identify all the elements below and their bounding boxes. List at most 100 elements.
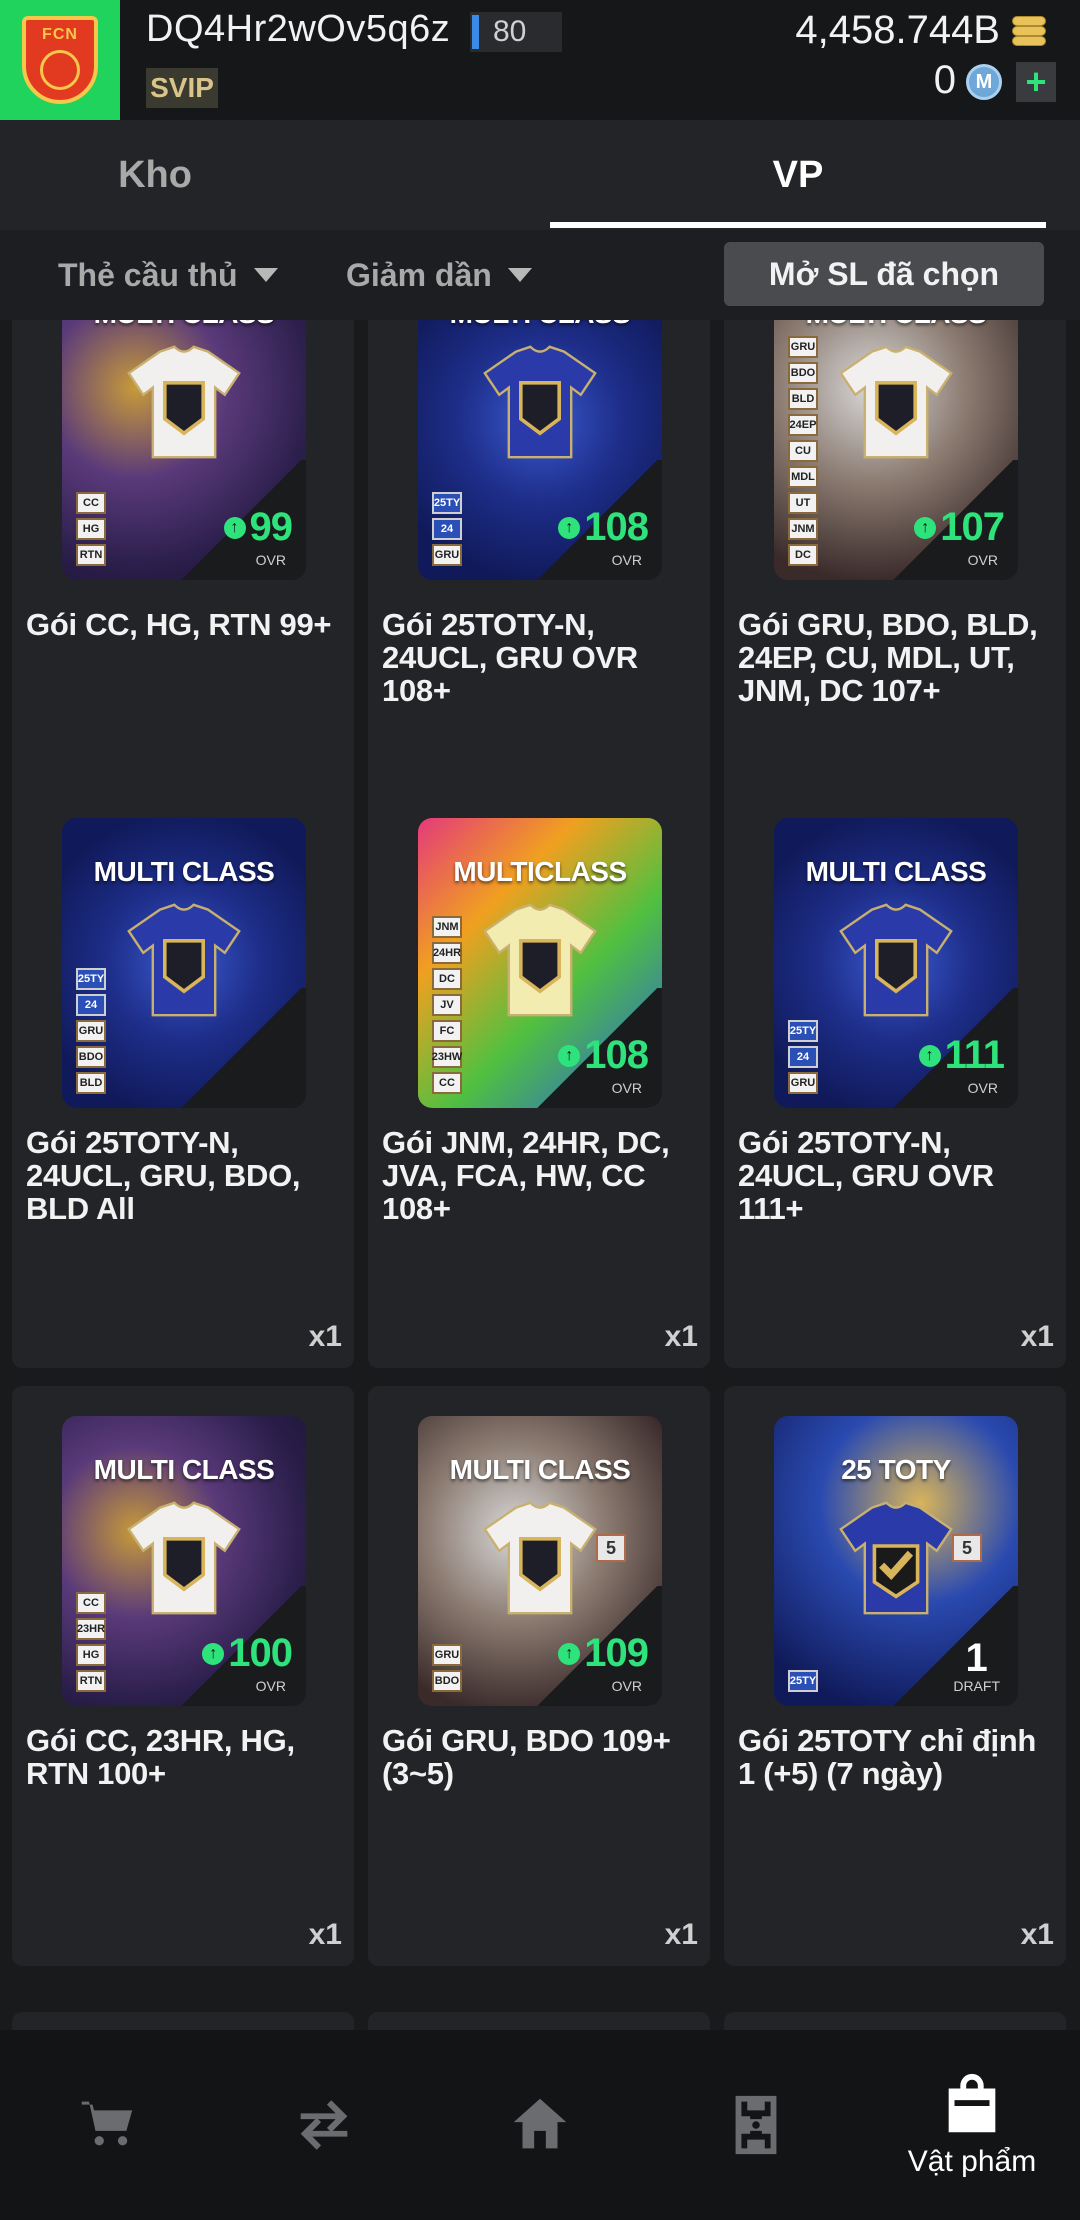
class-tag: 24	[76, 994, 106, 1016]
pack-item[interactable]: MULTI CLASS BDO GRU 5 ↑ 109 OVR Gói GRU, BDO 10…	[368, 1386, 710, 1966]
class-tag: 25TY	[76, 968, 106, 990]
class-tag: 23HW	[432, 1046, 462, 1068]
ovr-value: ↑ 108	[558, 505, 649, 550]
pack-item[interactable]	[724, 2012, 1066, 2030]
tab-vp[interactable]: VP	[550, 120, 1046, 230]
club-logo-text: FCN	[42, 26, 78, 43]
type-filter-dropdown[interactable]: Thẻ cầu thủ	[58, 250, 278, 300]
nav-transfer[interactable]	[216, 2030, 432, 2220]
card-title: MULTICLASS	[453, 856, 627, 887]
pack-name: Gói GRU, BDO, BLD, 24EP, CU, MDL, UT, JN…	[738, 607, 1038, 708]
pack-item[interactable]: MULTI CLASS GRU 24 25TY ↑108 OVR Gói 25TOTY-N,…	[368, 320, 710, 850]
pack-name: Gói 25TOTY-N, 24UCL, GRU OVR 111+	[738, 1125, 994, 1226]
card-title: MULTI CLASS	[805, 856, 987, 887]
ovr-value: ↑ 99	[223, 505, 293, 550]
pack-item[interactable]: MULTI CLASS DC JNM UT MDL CU 24EP BLD BDO GRU ↑107…	[724, 320, 1066, 850]
class-tags: 25TY	[788, 1670, 818, 1692]
pack-item[interactable]: MULTI CLASS RTN HG CC ↑99 OVR Gói CC, HG, RTN …	[12, 320, 354, 850]
arrow-up-icon: ↑	[914, 516, 937, 539]
nav-squad[interactable]	[648, 2030, 864, 2220]
pack-card: MULTI CLASS BDO GRU 5 ↑ 109 OVR	[418, 1416, 662, 1706]
pack-grid: MULTI CLASSRTNHGCC↑99OVRGói CC, HG, RTN …	[0, 320, 1080, 2030]
pack-card: MULTI CLASS BLD BDO GRU 24 25TY	[62, 818, 306, 1108]
arrow-up-icon: ↑	[223, 516, 246, 539]
card-title: MULTI CLASS	[449, 1454, 631, 1485]
class-tag: BLD	[76, 1072, 106, 1094]
class-tag: GRU	[76, 1020, 106, 1042]
add-currency-button[interactable]: +	[1016, 61, 1056, 102]
ovr-label: OVR	[611, 552, 642, 568]
level-badge: 5	[952, 1534, 982, 1562]
pack-item[interactable]: MULTICLASS CC 23HW FC JV DC 24HR JNM ↑ 108 OVR Gói …	[368, 788, 710, 1368]
arrow-up-icon: ↑	[558, 516, 581, 539]
class-tag: JNM	[788, 518, 818, 540]
pack-name: Gói 25TOTY chỉ định 1 (+5) (7 ngày)	[738, 1723, 1037, 1791]
tab-bar: Kho VP	[0, 120, 1080, 230]
class-tag: HG	[76, 1644, 106, 1666]
class-tag: BDO	[432, 1670, 462, 1692]
ovr-label: OVR	[611, 1678, 642, 1694]
pack-name: Gói CC, 23HR, HG, RTN 100+	[26, 1723, 295, 1791]
class-tag: UT	[788, 492, 818, 514]
pack-card: 25 TOTY 25TY 5 1 DRAFT	[774, 1416, 1018, 1706]
club-logo[interactable]: FCN	[0, 0, 120, 120]
cart-icon	[81, 2101, 133, 2146]
arrow-up-icon: ↑	[558, 1044, 581, 1067]
pack-card: MULTI CLASS RTN HG 23HR CC ↑ 100 OVR	[62, 1416, 306, 1706]
jersey-icon	[839, 345, 953, 459]
ovr-number: 111	[944, 1033, 1005, 1077]
pack-item[interactable]: MULTI CLASS BLD BDO GRU 24 25TY Gói 25TOTY-N, …	[12, 788, 354, 1368]
level-badge: 80	[470, 12, 562, 52]
nav-items[interactable]: Vật phẩm	[864, 2030, 1080, 2220]
sort-dropdown[interactable]: Giảm dần	[346, 250, 532, 300]
nav-shop[interactable]	[0, 2030, 216, 2220]
coin-stack-icon	[1010, 14, 1050, 50]
class-tag: GRU	[788, 1072, 818, 1094]
arrow-up-icon: ↑	[558, 1642, 581, 1665]
ovr-label: OVR	[967, 552, 998, 568]
pack-card: MULTI CLASS DC JNM UT MDL CU 24EP BLD BDO GRU ↑107…	[774, 320, 1018, 580]
class-tag: HG	[76, 518, 106, 540]
sort-label: Giảm dần	[346, 256, 492, 293]
pack-item[interactable]: MULTI CLASS GRU 24 25TY ↑ 111 OVR Gói 25TOTY-N,…	[724, 788, 1066, 1368]
card-title: MULTI CLASS	[93, 856, 275, 887]
pack-quantity: x1	[664, 1320, 698, 1353]
ovr-value: ↑ 108	[558, 1033, 649, 1078]
pack-card: MULTICLASS CC 23HW FC JV DC 24HR JNM ↑ 108 OVR	[418, 818, 662, 1108]
class-tag: 24	[788, 1046, 818, 1068]
class-tag: BDO	[788, 362, 818, 384]
ovr-value: ↑ 109	[558, 1631, 649, 1676]
top-bar: FCN DQ4Hr2wOv5q6z 80 SVIP 4,458.744B 0 M…	[0, 0, 1080, 120]
class-tags: RTN HG 23HR CC	[76, 1592, 106, 1692]
type-filter-label: Thẻ cầu thủ	[58, 256, 238, 293]
pack-item[interactable]: 25 TOTY 25TY 5 1 DRAFT Gói 25TOTY chỉ định 1 …	[724, 1386, 1066, 1966]
club-crest-icon: FCN	[22, 16, 98, 104]
class-tag: JNM	[432, 916, 462, 938]
class-tag: RTN	[76, 544, 106, 566]
nav-home[interactable]	[432, 2030, 648, 2220]
open-selected-button[interactable]: Mở SL đã chọn	[724, 242, 1044, 306]
username: DQ4Hr2wOv5q6z	[146, 8, 451, 50]
arrow-up-icon: ↑	[918, 1044, 941, 1067]
class-tags: BDO GRU	[432, 1644, 462, 1692]
vip-badge[interactable]: SVIP	[146, 68, 218, 108]
pack-card: MULTI CLASS GRU 24 25TY ↑108 OVR	[418, 320, 662, 580]
class-tag: 25TY	[432, 492, 462, 514]
pack-item[interactable]	[368, 2012, 710, 2030]
ovr-number: 99	[249, 505, 293, 549]
tab-kho[interactable]: Kho	[20, 120, 560, 230]
pack-name: Gói 25TOTY-N, 24UCL, GRU, BDO, BLD All	[26, 1125, 301, 1226]
card-title: MULTI CLASS	[418, 320, 662, 330]
pack-item[interactable]: MULTI CLASS RTN HG 23HR CC ↑ 100 OVR Gói CC, 23H…	[12, 1386, 354, 1966]
bottom-nav: Vật phẩm	[0, 2030, 1080, 2220]
arrow-up-icon: ↑	[202, 1642, 225, 1665]
class-tag: MDL	[788, 466, 818, 488]
pack-quantity: x1	[308, 1320, 342, 1353]
ovr-label: OVR	[967, 1080, 998, 1096]
card-title: MULTI CLASS	[774, 320, 1018, 330]
bag-icon	[948, 2073, 996, 2133]
class-tag: 25TY	[788, 1670, 818, 1692]
pack-item[interactable]	[12, 2012, 354, 2030]
class-tag: FC	[432, 1020, 462, 1042]
caret-down-icon	[507, 268, 532, 282]
